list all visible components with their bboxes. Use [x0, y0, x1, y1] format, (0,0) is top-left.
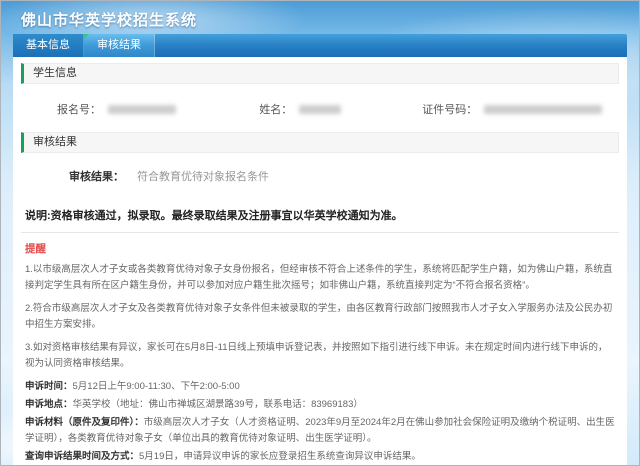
- registration-number-label: 报名号：: [57, 101, 101, 117]
- student-info-section-header: 学生信息: [21, 63, 619, 84]
- appeal-place-text: 华英学校（地址：佛山市禅城区湖景路39号，联系电话：83969183）: [73, 399, 363, 410]
- page-title: 佛山市华英学校招生系统: [21, 12, 197, 29]
- id-number-field: 证件号码：: [422, 101, 619, 117]
- appeal-materials-row: 申诉材料（原件及复印件）：市级高层次人才子女（人才资格证明、2023年9月至20…: [25, 415, 615, 447]
- registration-number-redacted-value: [108, 105, 176, 114]
- tab-review-result[interactable]: 审核结果: [84, 34, 155, 57]
- review-result-row: 审核结果： 符合教育优待对象报名条件: [21, 153, 619, 197]
- tab-basic-info-label: 基本信息: [26, 39, 70, 51]
- divider: [21, 232, 619, 233]
- tab-basic-info[interactable]: 基本信息: [13, 34, 84, 57]
- active-tab-indicator: [84, 34, 89, 39]
- page-header: 佛山市华英学校招生系统: [1, 1, 639, 34]
- review-result-section-title: 审核结果: [33, 136, 77, 148]
- student-info-section-title: 学生信息: [33, 67, 77, 79]
- name-label: 姓名：: [259, 101, 292, 117]
- appeal-place-label: 申诉地点：: [25, 399, 73, 410]
- review-result-value: 符合教育优待对象报名条件: [137, 171, 269, 183]
- student-info-fields: 报名号： 姓名： 证件号码：: [21, 84, 619, 132]
- appeal-result-query-row: 查询申诉结果时间及方式：5月19日，申请异议申诉的家长应登录招生系统查询异议申诉…: [25, 449, 615, 465]
- appeal-time-label: 申诉时间：: [25, 381, 73, 392]
- id-number-label: 证件号码：: [422, 101, 477, 117]
- result-statement: 说明:资格审核通过，拟录取。最终录取结果及注册事宜以华英学校通知为准。: [25, 207, 617, 223]
- appeal-time-row: 申诉时间：5月12日上午9:00-11:30、下午2:00-5:00: [25, 379, 615, 395]
- tab-bar: 基本信息 审核结果: [13, 34, 627, 57]
- name-redacted-value: [299, 105, 341, 114]
- name-field: 姓名：: [259, 101, 422, 117]
- reminder-item-1: 1.以市级高层次人才子女或各类教育优待对象子女身份报名，但经审核不符合上述条件的…: [25, 262, 615, 294]
- admission-system-page: 佛山市华英学校招生系统 基本信息 审核结果 学生信息 报名号： 姓名： 证件号码…: [0, 0, 640, 466]
- review-result-section-header: 审核结果: [21, 132, 619, 153]
- appeal-time-text: 5月12日上午9:00-11:30、下午2:00-5:00: [73, 381, 240, 392]
- tab-review-result-label: 审核结果: [97, 39, 141, 51]
- registration-number-field: 报名号：: [57, 101, 259, 117]
- appeal-materials-label: 申诉材料（原件及复印件）：: [25, 417, 144, 428]
- reminder-item-3: 3.如对资格审核结果有异议，家长可在5月8日-11日线上预填申诉登记表，并按照如…: [25, 340, 615, 372]
- reminder-item-2: 2.符合市级高层次人才子女及各类教育优待对象子女条件但未被录取的学生，由各区教育…: [25, 301, 615, 333]
- main-content: 学生信息 报名号： 姓名： 证件号码： 审核结果 审核结果： 符合教育优待对象报…: [13, 57, 627, 466]
- id-number-redacted-value: [484, 105, 602, 114]
- appeal-result-query-text: 5月19日，申请异议申诉的家长应登录招生系统查询异议申诉结果。: [139, 451, 421, 462]
- appeal-result-query-label: 查询申诉结果时间及方式：: [25, 451, 139, 462]
- reminder-title: 提醒: [25, 241, 619, 256]
- appeal-place-row: 申诉地点：华英学校（地址：佛山市禅城区湖景路39号，联系电话：83969183）: [25, 397, 615, 413]
- review-result-label: 审核结果：: [69, 171, 124, 183]
